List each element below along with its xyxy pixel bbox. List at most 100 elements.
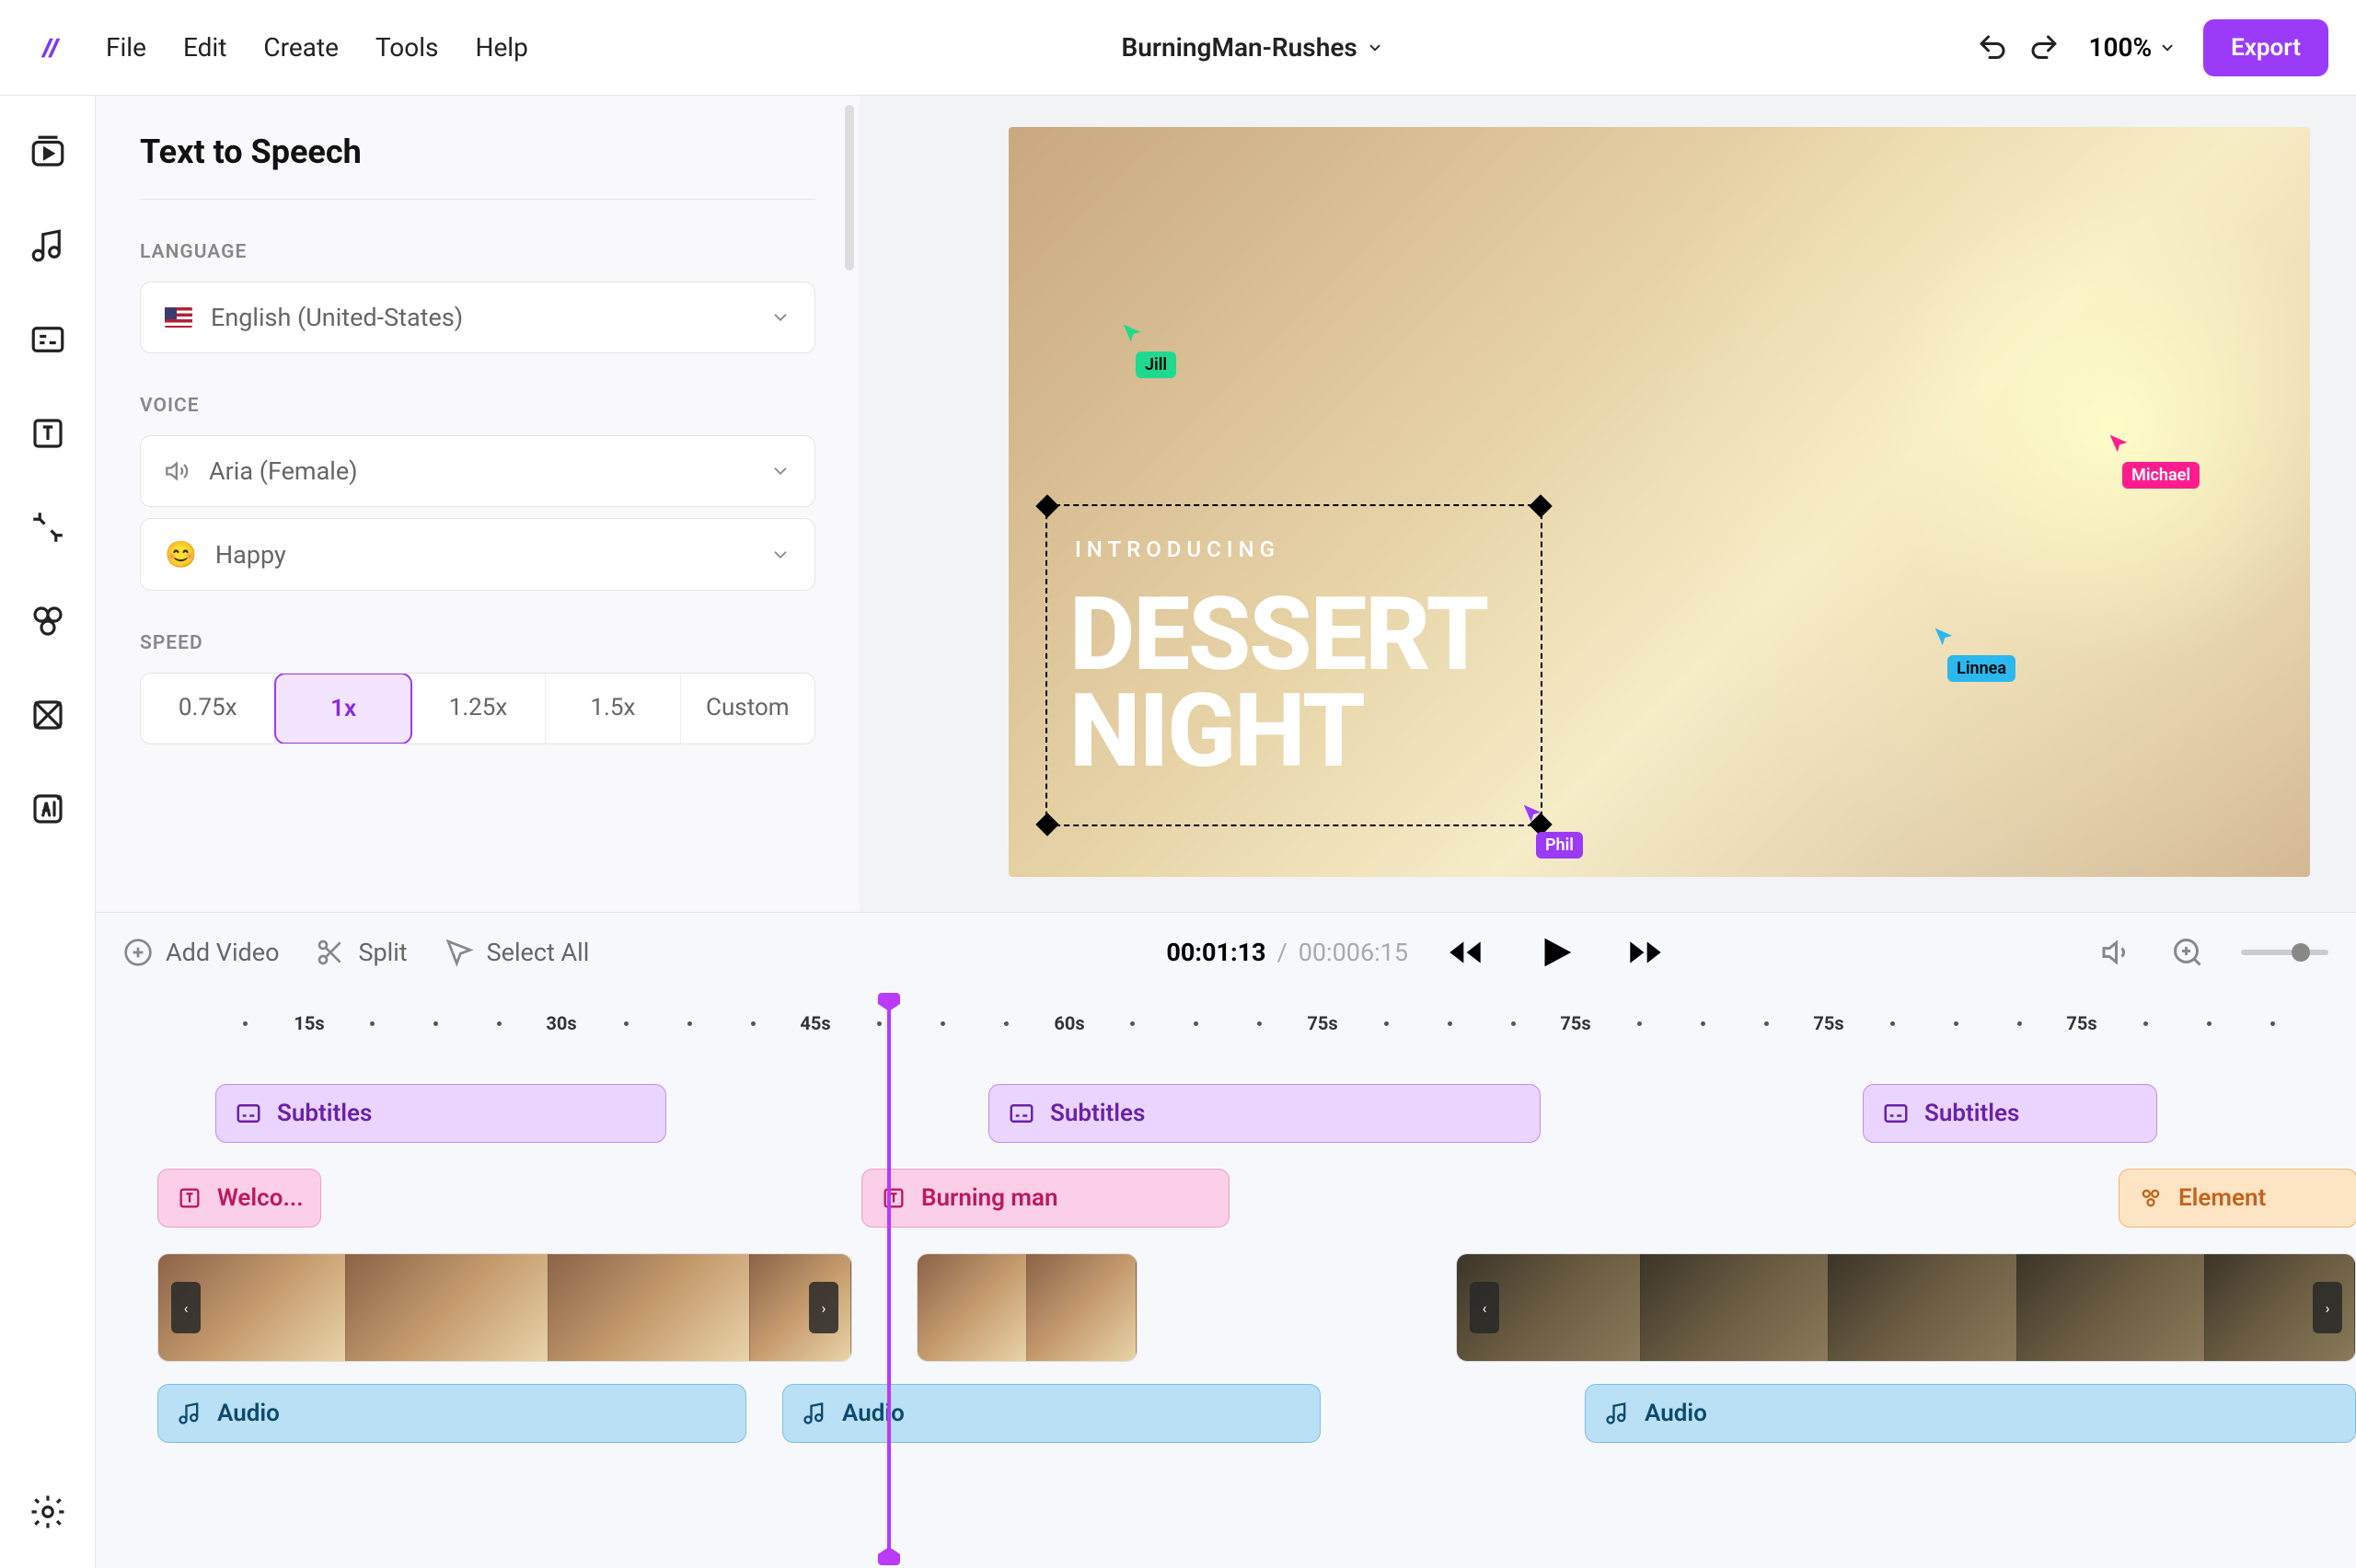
clip-label: Element — [2178, 1184, 2266, 1212]
rewind-icon[interactable] — [1447, 934, 1484, 971]
menu-file[interactable]: File — [106, 32, 146, 63]
clip-nav-right[interactable]: › — [2313, 1282, 2342, 1333]
video-library-icon[interactable] — [29, 133, 67, 171]
speed-selector: 0.75x 1x 1.25x 1.5x Custom — [140, 673, 815, 744]
menu-create[interactable]: Create — [263, 32, 339, 63]
fast-forward-icon[interactable] — [1627, 934, 1664, 971]
flag-icon — [165, 307, 192, 328]
clip-label: Subtitles — [277, 1100, 372, 1127]
mood-value: Happy — [215, 540, 286, 570]
collab-label-phil: Phil — [1536, 832, 1583, 859]
clip-label: Burning man — [921, 1184, 1058, 1212]
zoom-slider[interactable] — [2241, 950, 2328, 955]
collab-label-jill: Jill — [1136, 352, 1176, 378]
chevron-down-icon — [2159, 40, 2176, 56]
play-icon[interactable] — [1534, 931, 1576, 974]
ruler-tick: 15s — [294, 1012, 324, 1034]
select-all-button[interactable]: Select All — [445, 938, 590, 967]
audio-icon — [802, 1401, 827, 1426]
title-line1: DESSERT — [1069, 587, 1487, 684]
subtitles-icon[interactable] — [29, 320, 67, 359]
language-value: English (United-States) — [211, 303, 463, 332]
panel-scrollbar[interactable] — [845, 105, 854, 271]
time-total: 00:006:15 — [1299, 938, 1408, 967]
text-clip-burning-man[interactable]: Burning man — [861, 1169, 1230, 1228]
clip-label: Subtitles — [1050, 1100, 1145, 1127]
audio-clip[interactable]: Audio — [782, 1384, 1321, 1443]
video-clip-3[interactable]: ‹ › — [1456, 1253, 2356, 1362]
chevron-down-icon — [770, 545, 791, 565]
ai-icon[interactable] — [29, 790, 67, 828]
subtitles-clip[interactable]: Subtitles — [988, 1084, 1541, 1143]
timecode: 00:01:13 / 00:006:15 — [1123, 931, 1707, 974]
preview-canvas[interactable]: INTRODUCING DESSERT NIGHT Jill Michael L… — [1009, 127, 2310, 877]
video-clip-2[interactable] — [917, 1253, 1138, 1362]
text-track: Welco... Burning man Element — [123, 1169, 2328, 1233]
select-all-label: Select All — [487, 938, 590, 967]
text-clip-welcome[interactable]: Welco... — [157, 1169, 321, 1228]
timeline-ruler[interactable]: 15s 30s 45s 60s 75s 75s 75s 75s — [123, 1001, 2328, 1047]
language-label: LANGUAGE — [140, 241, 815, 263]
audio-clip[interactable]: Audio — [1585, 1384, 2356, 1443]
ruler-tick: 75s — [1813, 1012, 1843, 1034]
zoom-in-icon[interactable] — [2171, 936, 2204, 969]
preview-subtitle: INTRODUCING — [1075, 536, 1280, 562]
undo-icon[interactable] — [1976, 31, 2009, 64]
redo-icon[interactable] — [2027, 31, 2061, 64]
voice-select[interactable]: Aria (Female) — [140, 435, 815, 507]
ruler-tick: 30s — [546, 1012, 576, 1034]
clip-nav-left[interactable]: ‹ — [1470, 1282, 1499, 1333]
crop-icon[interactable] — [29, 508, 67, 547]
add-video-button[interactable]: Add Video — [123, 938, 279, 967]
element-clip[interactable]: Element — [2119, 1169, 2356, 1228]
subtitles-icon — [1882, 1100, 1910, 1127]
title-line2: NIGHT — [1069, 684, 1487, 780]
ruler-tick: 75s — [2066, 1012, 2096, 1034]
time-separator: / — [1277, 938, 1288, 967]
audio-library-icon[interactable] — [29, 226, 67, 265]
text-icon[interactable] — [29, 414, 67, 453]
mood-select[interactable]: 😊Happy — [140, 518, 815, 591]
app-logo — [37, 34, 64, 62]
add-video-label: Add Video — [166, 938, 279, 967]
export-button[interactable]: Export — [2203, 19, 2328, 76]
chevron-down-icon — [1367, 40, 1383, 56]
zoom-value: 100% — [2088, 32, 2152, 63]
collab-cursor-phil: Phil — [1519, 801, 1583, 859]
language-select[interactable]: English (United-States) — [140, 282, 815, 353]
split-label: Split — [358, 938, 407, 967]
clip-nav-left[interactable]: ‹ — [171, 1282, 201, 1333]
effects-icon[interactable] — [29, 696, 67, 734]
project-title[interactable]: BurningMan-Rushes — [528, 32, 1977, 63]
audio-clip[interactable]: Audio — [157, 1384, 746, 1443]
settings-icon[interactable] — [29, 1493, 67, 1531]
speed-custom[interactable]: Custom — [681, 674, 814, 744]
volume-icon[interactable] — [2101, 936, 2134, 969]
audio-icon — [1604, 1401, 1630, 1426]
clip-nav-right[interactable]: › — [809, 1282, 838, 1333]
elements-icon[interactable] — [29, 602, 67, 640]
main-menu: File Edit Create Tools Help — [106, 32, 528, 63]
menu-help[interactable]: Help — [475, 32, 527, 63]
ruler-tick: 75s — [1307, 1012, 1337, 1034]
subtitles-clip[interactable]: Subtitles — [215, 1084, 666, 1143]
video-clip-1[interactable]: ‹ › — [157, 1253, 852, 1362]
voice-label: VOICE — [140, 395, 815, 417]
collab-label-michael: Michael — [2122, 462, 2200, 489]
voice-value: Aria (Female) — [209, 456, 358, 486]
speed-1.5x[interactable]: 1.5x — [546, 674, 680, 744]
speed-0.75x[interactable]: 0.75x — [141, 674, 275, 744]
panel-title: Text to Speech — [140, 133, 815, 200]
zoom-control[interactable]: 100% — [2088, 32, 2176, 63]
timeline-area: Add Video Split Select All 00:01:13 / 00… — [96, 912, 2356, 1568]
split-button[interactable]: Split — [316, 938, 407, 967]
speed-1x[interactable]: 1x — [274, 673, 411, 744]
clip-label: Subtitles — [1924, 1100, 2019, 1127]
subtitles-clip[interactable]: Subtitles — [1863, 1084, 2157, 1143]
chevron-down-icon — [770, 461, 791, 481]
menu-edit[interactable]: Edit — [183, 32, 226, 63]
clip-label: Audio — [217, 1400, 280, 1427]
subtitles-icon — [1008, 1100, 1035, 1127]
speed-1.25x[interactable]: 1.25x — [411, 674, 546, 744]
menu-tools[interactable]: Tools — [375, 32, 439, 63]
